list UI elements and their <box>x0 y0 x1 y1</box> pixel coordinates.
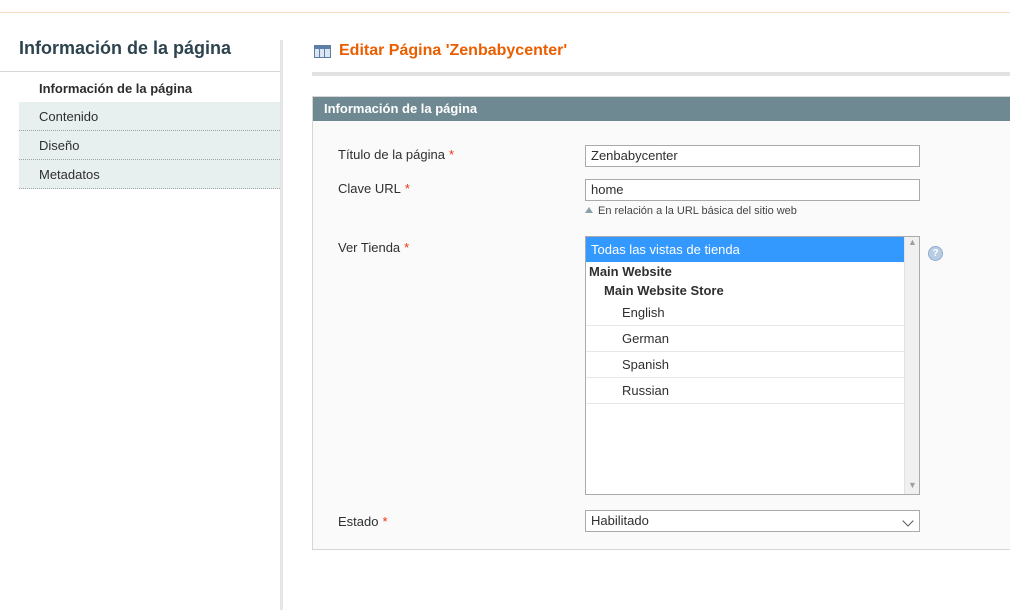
panel-heading: Información de la página <box>313 97 1010 121</box>
required-mark: * <box>448 147 455 162</box>
status-label: Estado * <box>338 514 388 529</box>
store-option-russian[interactable]: Russian <box>586 378 906 404</box>
sidebar-title: Información de la página <box>19 38 232 58</box>
tab-metadata[interactable]: Metadatos <box>19 160 280 189</box>
page-title: Editar Página 'Zenbabycenter' <box>339 42 568 59</box>
grid-icon <box>314 45 331 58</box>
triangle-icon <box>585 207 593 213</box>
multiselect-scrollbar[interactable]: ▲ ▼ <box>904 237 919 494</box>
chevron-up-icon[interactable]: ▲ <box>908 238 917 247</box>
store-option-english[interactable]: English <box>586 300 906 326</box>
sidebar-tabs: Información de la página Contenido Diseñ… <box>19 78 280 189</box>
help-icon[interactable]: ? <box>928 246 943 261</box>
store-option-spanish[interactable]: Spanish <box>586 352 906 378</box>
chevron-down-icon[interactable]: ▼ <box>908 481 917 490</box>
optgroup-store: Main Website Store <box>604 283 724 298</box>
title-label: Título de la página * <box>338 147 455 162</box>
status-select-value: Habilitado <box>591 513 649 528</box>
sidebar: Información de la página Información de … <box>0 0 283 610</box>
required-mark: * <box>404 240 410 255</box>
tab-content[interactable]: Contenido <box>19 102 280 131</box>
optgroup-website: Main Website <box>589 264 672 279</box>
sidebar-title-rule <box>0 71 280 72</box>
url-key-input[interactable]: home <box>585 179 920 201</box>
page-header: Editar Página 'Zenbabycenter' <box>312 40 1010 76</box>
chevron-down-icon <box>902 515 914 527</box>
store-option-german[interactable]: German <box>586 326 906 352</box>
url-key-label: Clave URL * <box>338 181 410 196</box>
required-mark: * <box>382 514 388 529</box>
sidebar-divider <box>280 40 283 610</box>
status-select[interactable]: Habilitado <box>585 510 920 532</box>
url-key-note: En relación a la URL básica del sitio we… <box>585 205 797 217</box>
store-view-multiselect[interactable]: Todas las vistas de tienda Main Website … <box>585 236 920 495</box>
tab-page-information[interactable]: Información de la página <box>19 78 280 102</box>
store-option-all[interactable]: Todas las vistas de tienda <box>586 237 906 262</box>
tab-design[interactable]: Diseño <box>19 131 280 160</box>
required-mark: * <box>404 181 410 196</box>
title-input[interactable]: Zenbabycenter <box>585 145 920 167</box>
store-view-label: Ver Tienda * <box>338 240 410 255</box>
